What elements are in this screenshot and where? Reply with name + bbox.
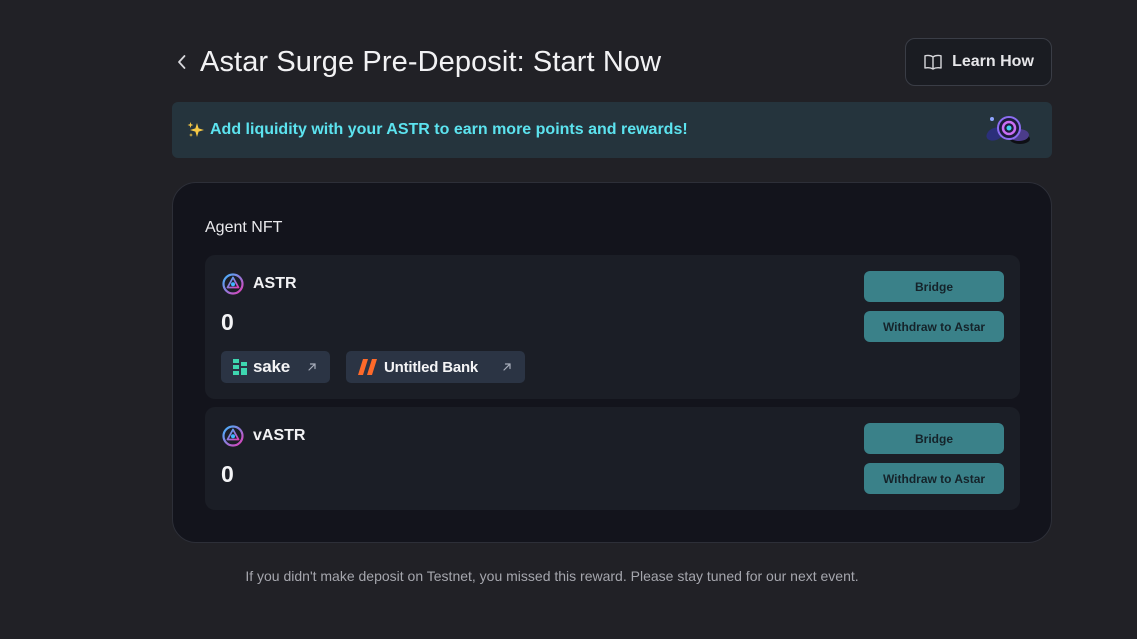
page-header: Astar Surge Pre-Deposit: Start Now Learn… — [172, 38, 1052, 86]
token-name: vASTR — [253, 427, 306, 444]
action-buttons: Bridge Withdraw to Astar — [864, 271, 1004, 342]
external-link-icon — [308, 363, 316, 371]
withdraw-to-astar-button[interactable]: Withdraw to Astar — [864, 311, 1004, 342]
token-row-vastr: vASTR 0 Bridge Withdraw to Astar — [205, 407, 1020, 510]
astar-logo-icon — [222, 273, 244, 295]
page-title: Astar Surge Pre-Deposit: Start Now — [200, 45, 662, 78]
token-name: ASTR — [253, 275, 297, 292]
partner-link-untitled-bank[interactable]: Untitled Bank — [346, 351, 525, 383]
learn-how-label: Learn How — [952, 53, 1034, 70]
partner-name: Untitled Bank — [384, 358, 479, 376]
token-head: ASTR — [222, 273, 297, 295]
external-link-icon — [503, 363, 511, 371]
coins-illustration-icon — [986, 116, 1030, 144]
footnote: If you didn't make deposit on Testnet, y… — [245, 568, 859, 584]
chevron-left-icon — [178, 55, 186, 69]
card-title: Agent NFT — [205, 219, 283, 236]
token-row-astr: ASTR 0 Bridge Withdraw to Astar sake Unt… — [205, 255, 1020, 399]
token-head: vASTR — [222, 425, 305, 447]
withdraw-to-astar-button[interactable]: Withdraw to Astar — [864, 463, 1004, 494]
action-buttons: Bridge Withdraw to Astar — [864, 423, 1004, 494]
partner-links: sake Untitled Bank — [221, 351, 525, 383]
token-amount: 0 — [221, 461, 234, 487]
sparkle-icon — [187, 122, 204, 137]
sake-logo-icon — [233, 359, 247, 375]
promo-banner: Add liquidity with your ASTR to earn mor… — [172, 102, 1052, 158]
partner-link-sake[interactable]: sake — [221, 351, 330, 383]
page: Astar Surge Pre-Deposit: Start Now Learn… — [0, 0, 1137, 639]
agent-nft-card: Agent NFT ASTR 0 Bridge Withdraw to Asta… — [172, 182, 1052, 543]
bridge-button[interactable]: Bridge — [864, 423, 1004, 454]
bridge-button[interactable]: Bridge — [864, 271, 1004, 302]
untitled-bank-logo-icon — [358, 359, 377, 375]
partner-name: sake — [253, 357, 291, 376]
title-wrap: Astar Surge Pre-Deposit: Start Now — [172, 46, 661, 79]
astar-logo-icon — [222, 425, 244, 447]
back-button[interactable] — [172, 50, 192, 74]
token-amount: 0 — [221, 309, 234, 335]
book-icon — [924, 54, 942, 70]
learn-how-button[interactable]: Learn How — [905, 38, 1052, 86]
banner-text: Add liquidity with your ASTR to earn mor… — [210, 121, 688, 138]
